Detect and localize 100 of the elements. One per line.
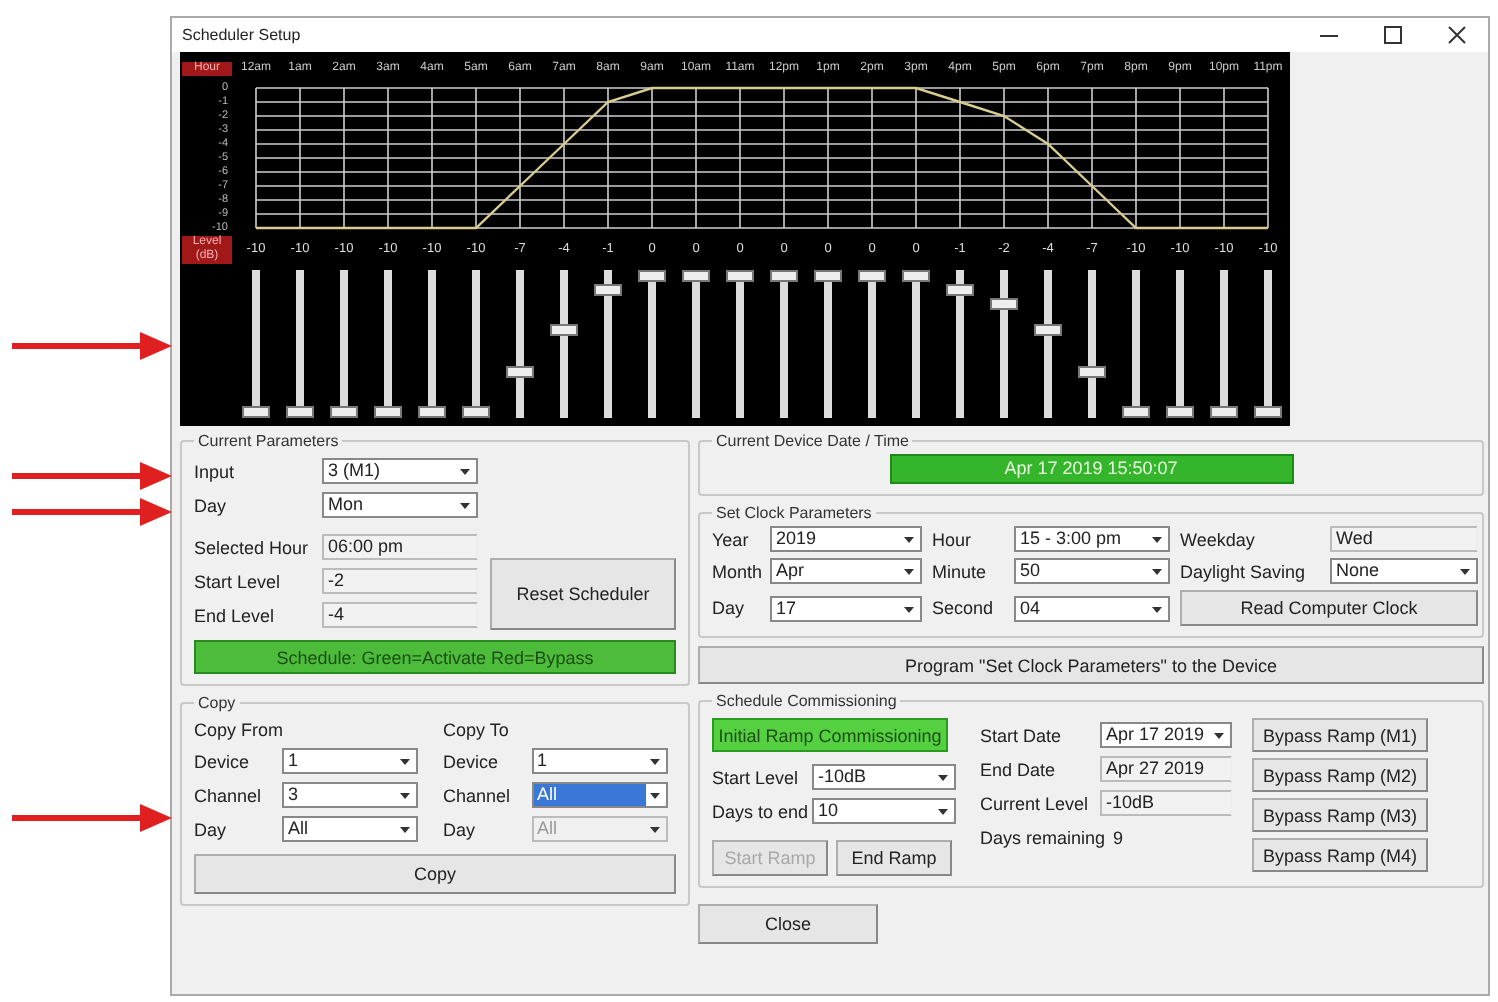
slider-thumb[interactable] (550, 324, 578, 337)
level-slider[interactable] (594, 270, 622, 418)
close-button[interactable]: Close (698, 904, 878, 944)
bypass-button[interactable]: Bypass Ramp (M3) (1252, 798, 1428, 832)
slider-thumb[interactable] (858, 270, 886, 282)
field-label: Current Level (980, 793, 1091, 813)
dropdown[interactable]: 1 (282, 748, 418, 774)
field-label: Year (712, 529, 751, 549)
level-slider[interactable] (462, 270, 490, 418)
dropdown[interactable]: 10 (812, 798, 956, 824)
slider-thumb[interactable] (242, 406, 270, 418)
level-slider[interactable] (418, 270, 446, 418)
level-slider[interactable] (330, 270, 358, 418)
slider-thumb[interactable] (1034, 324, 1062, 337)
dropdown[interactable]: Apr (770, 558, 922, 584)
level-slider[interactable] (770, 270, 798, 418)
level-slider[interactable] (1210, 270, 1238, 418)
field-label: Month (712, 561, 760, 581)
reset-button[interactable]: Reset Scheduler (490, 558, 676, 630)
dropdown[interactable]: 15 - 3:00 pm (1014, 526, 1170, 552)
group-title: Copy (196, 694, 238, 712)
level-slider[interactable] (242, 270, 270, 418)
level-slider[interactable] (726, 270, 754, 418)
dropdown[interactable]: None (1330, 558, 1478, 584)
dropdown[interactable]: Apr 17 2019 (1100, 722, 1232, 748)
field-label: Start Level (194, 571, 283, 591)
bypass-button[interactable]: Bypass Ramp (M4) (1252, 838, 1428, 872)
close-icon[interactable] (1447, 26, 1465, 44)
dropdown[interactable]: 04 (1014, 595, 1170, 621)
level-slider[interactable] (1078, 270, 1106, 418)
slider-thumb[interactable] (990, 297, 1018, 310)
level-slider[interactable] (1166, 270, 1194, 418)
level-slider[interactable] (990, 270, 1018, 418)
slider-thumb[interactable] (1166, 406, 1194, 418)
maximize-icon[interactable] (1383, 26, 1401, 44)
group-title: Schedule Commissioning (714, 692, 899, 710)
level-slider[interactable] (1034, 270, 1062, 418)
schedule-button[interactable]: Schedule: Green=Activate Red=Bypass (194, 640, 676, 674)
slider-thumb[interactable] (946, 283, 974, 296)
copy-button[interactable]: Copy (194, 854, 676, 894)
field-label: Day (443, 819, 478, 839)
field-label: Selected Hour (194, 537, 311, 557)
slider-thumb[interactable] (506, 365, 534, 378)
dropdown[interactable]: 1 (531, 748, 667, 774)
bypass-button[interactable]: Bypass Ramp (M1) (1252, 718, 1428, 752)
slider-thumb[interactable] (902, 270, 930, 282)
level-slider[interactable] (374, 270, 402, 418)
dropdown[interactable]: 50 (1014, 558, 1170, 584)
dropdown[interactable]: 3 (282, 782, 418, 808)
ramp-button[interactable]: End Ramp (836, 840, 952, 876)
text-field[interactable]: -2 (322, 568, 478, 594)
dropdown[interactable]: 17 (770, 595, 922, 621)
slider-thumb[interactable] (814, 270, 842, 282)
slider-thumb[interactable] (682, 270, 710, 282)
dropdown[interactable]: 3 (M1) (322, 458, 478, 484)
text-field[interactable]: 06:00 pm (322, 534, 478, 560)
field-label: Device (443, 751, 501, 771)
dropdown[interactable]: All (282, 816, 418, 842)
level-slider[interactable] (1122, 270, 1150, 418)
level-slider[interactable] (506, 270, 534, 418)
level-slider[interactable] (286, 270, 314, 418)
commissioning-button[interactable]: Initial Ramp Commissioning (712, 718, 948, 752)
slider-thumb[interactable] (726, 270, 754, 282)
slider-thumb[interactable] (1254, 406, 1282, 418)
dropdown[interactable]: -10dB (812, 764, 956, 790)
level-slider[interactable] (858, 270, 886, 418)
level-slider[interactable] (902, 270, 930, 418)
slider-thumb[interactable] (594, 283, 622, 296)
program-button[interactable]: Program "Set Clock Parameters" to the Device (698, 646, 1484, 684)
slider-thumb[interactable] (1210, 406, 1238, 418)
slider-thumb[interactable] (286, 406, 314, 418)
slider-thumb[interactable] (1122, 406, 1150, 418)
field-label: Daylight Saving (1180, 561, 1308, 581)
level-slider[interactable] (550, 270, 578, 418)
dropdown[interactable]: Mon (322, 492, 478, 518)
field-label: Device (194, 751, 252, 771)
dropdown[interactable]: 2019 (770, 526, 922, 552)
text-field[interactable]: -10dB (1100, 790, 1232, 816)
slider-thumb[interactable] (1078, 365, 1106, 378)
window-title: Scheduler Setup (182, 26, 303, 44)
read-clock-button[interactable]: Read Computer Clock (1180, 590, 1478, 626)
value-text: 9 (1113, 827, 1124, 847)
text-field[interactable]: Wed (1330, 526, 1478, 552)
text-field[interactable]: -4 (322, 602, 478, 628)
slider-thumb[interactable] (770, 270, 798, 282)
slider-thumb[interactable] (462, 406, 490, 418)
slider-thumb[interactable] (330, 406, 358, 418)
slider-thumb[interactable] (638, 270, 666, 282)
text-field[interactable]: Apr 27 2019 (1100, 756, 1232, 782)
level-slider[interactable] (638, 270, 666, 418)
group-title: Current Parameters (196, 432, 341, 450)
slider-thumb[interactable] (374, 406, 402, 418)
level-slider[interactable] (1254, 270, 1282, 418)
field-label: Input (194, 461, 237, 481)
slider-thumb[interactable] (418, 406, 446, 418)
bypass-button[interactable]: Bypass Ramp (M2) (1252, 758, 1428, 792)
dropdown[interactable]: All (531, 782, 667, 808)
level-slider[interactable] (946, 270, 974, 418)
level-slider[interactable] (814, 270, 842, 418)
level-slider[interactable] (682, 270, 710, 418)
